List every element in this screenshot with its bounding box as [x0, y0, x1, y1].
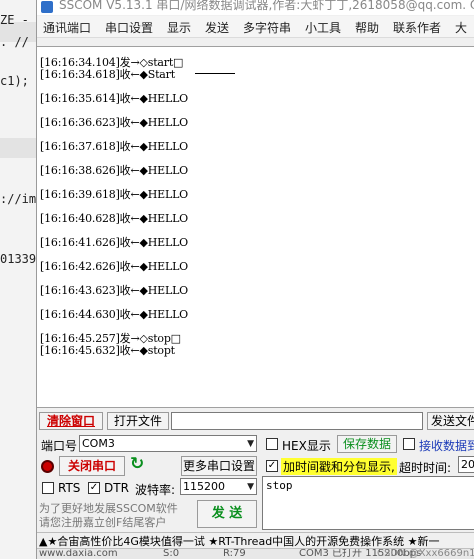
receive-to-file-checkbox[interactable] — [403, 438, 415, 450]
send-text-input[interactable]: stop — [262, 476, 474, 530]
chevron-down-icon: ▼ — [247, 482, 254, 492]
refresh-icon[interactable]: ↻ — [130, 454, 144, 474]
save-data-button[interactable]: 保存数据 — [337, 435, 397, 453]
menu-serial-settings[interactable]: 串口设置 — [105, 19, 153, 36]
app-icon — [41, 1, 53, 13]
dtr-checkbox[interactable]: ✓ — [88, 482, 100, 494]
menu-send[interactable]: 发送 — [205, 19, 229, 36]
timeout-label: 超时时间: — [399, 461, 452, 475]
log-line: [16:16:43.623]收←◆HELLO — [40, 284, 189, 297]
sscom-window: SSCOM V5.13.1 串口/网络数据调试器,作者:大虾丁丁,2618058… — [36, 0, 474, 559]
hex-display-checkbox[interactable] — [266, 438, 278, 450]
watermark-text: CSDN @Xxx6669n1477 — [377, 548, 474, 559]
log-line: [16:16:34.618]收←◆Start — [40, 68, 175, 81]
port-select-value: COM3 — [82, 437, 115, 450]
log-line: [16:16:39.618]收←◆HELLO — [40, 188, 189, 201]
ticker-bar: ▲★合宙高性价比4G模块值得一试 ★RT-Thread中国人的开源免费操作系统 … — [37, 532, 474, 548]
more-serial-settings-button[interactable]: 更多串口设置 — [181, 456, 257, 476]
status-received-count: R:79 — [223, 548, 246, 559]
timestamp-label: 加时间戳和分包显示, — [281, 458, 397, 475]
rts-label: RTS — [58, 481, 81, 495]
file-path-input[interactable] — [171, 412, 423, 430]
log-line: [16:16:45.632]收←◆stopt — [40, 344, 175, 357]
send-button[interactable]: 发 送 — [197, 500, 257, 528]
timeout-input[interactable]: 20 — [458, 456, 474, 473]
editor-text: 01339 — [0, 252, 36, 266]
port-label: 端口号 — [41, 439, 78, 453]
hex-display-label: HEX显示 — [282, 439, 331, 453]
editor-text: c1); — [0, 74, 29, 88]
log-line: [16:16:38.626]收←◆HELLO — [40, 164, 189, 177]
menu-multi-string[interactable]: 多字符串 — [243, 19, 291, 36]
ticker-text[interactable]: ▲★合宙高性价比4G模块值得一试 ★RT-Thread中国人的开源免费操作系统 … — [39, 533, 440, 548]
port-select[interactable]: COM3 ▼ — [79, 435, 257, 452]
receive-to-file-label: 接收数据到 — [419, 439, 474, 453]
send-text-value: stop — [266, 479, 293, 492]
log-line: [16:16:42.626]收←◆HELLO — [40, 260, 189, 273]
close-port-button[interactable]: 关闭串口 — [59, 456, 125, 476]
baud-rate-value: 115200 — [183, 480, 225, 493]
log-line: [16:16:37.618]收←◆HELLO — [40, 140, 189, 153]
title-bar: SSCOM V5.13.1 串口/网络数据调试器,作者:大虾丁丁,2618058… — [37, 0, 474, 15]
log-underline — [195, 73, 235, 74]
port-status-indicator-icon — [41, 460, 54, 473]
background-editor-fragment: ZE - . // 报 c1); ://im 01339 — [0, 0, 36, 559]
status-website[interactable]: www.daxia.com — [39, 549, 118, 559]
open-file-button[interactable]: 打开文件 — [107, 412, 169, 430]
editor-text: ZE - — [0, 13, 29, 27]
window-title: SSCOM V5.13.1 串口/网络数据调试器,作者:大虾丁丁,2618058… — [59, 0, 474, 12]
clear-window-label: 清除窗口 — [46, 414, 95, 428]
timestamp-checkbox[interactable]: ✓ — [266, 460, 278, 472]
log-line: [16:16:40.628]收←◆HELLO — [40, 212, 189, 225]
log-line: [16:16:36.623]收←◆HELLO — [40, 116, 189, 129]
send-file-button[interactable]: 发送文件 — [427, 412, 474, 430]
menu-help[interactable]: 帮助 — [355, 19, 379, 36]
editor-text: . // 报 — [0, 35, 36, 49]
status-bar: www.daxia.com S:0 R:79 COM3 已打开 115200bp… — [37, 548, 474, 559]
menu-contact-author[interactable]: 联系作者 — [393, 19, 441, 36]
menu-display[interactable]: 显示 — [167, 19, 191, 36]
log-line: [16:16:35.614]收←◆HELLO — [40, 92, 189, 105]
baud-rate-label: 波特率: — [135, 483, 176, 497]
menu-tools[interactable]: 小工具 — [305, 19, 341, 36]
menu-comm-port[interactable]: 通讯端口 — [43, 19, 91, 36]
receive-log[interactable]: [16:16:34.104]发→◇start□ [16:16:34.618]收←… — [37, 46, 474, 408]
clear-window-button[interactable]: 清除窗口 — [39, 412, 103, 430]
chevron-down-icon: ▼ — [247, 439, 254, 449]
promo-line-2[interactable]: 请您注册嘉立创F结尾客户 — [39, 514, 166, 530]
status-sent-count: S:0 — [163, 548, 180, 559]
log-line: [16:16:44.630]收←◆HELLO — [40, 308, 189, 321]
menu-bar: 通讯端口 串口设置 显示 发送 多字符串 小工具 帮助 联系作者 大 — [37, 16, 474, 38]
baud-rate-select[interactable]: 115200 ▼ — [180, 478, 257, 495]
rts-checkbox[interactable] — [42, 482, 54, 494]
menu-more[interactable]: 大 — [455, 19, 467, 36]
editor-highlight-band — [0, 138, 36, 158]
editor-text: ://im — [0, 192, 36, 206]
dtr-label: DTR — [104, 481, 129, 495]
log-line: [16:16:41.626]收←◆HELLO — [40, 236, 189, 249]
